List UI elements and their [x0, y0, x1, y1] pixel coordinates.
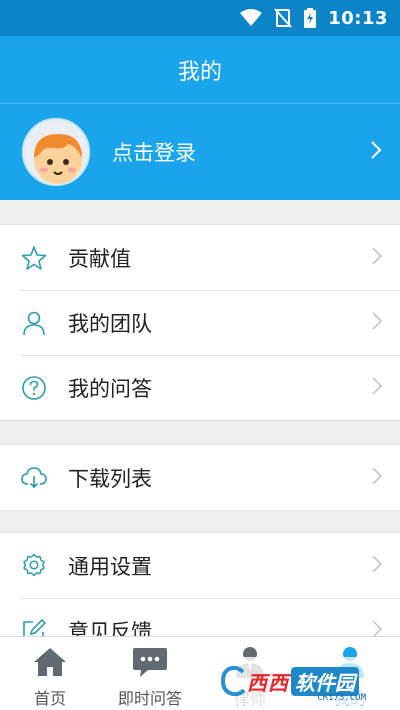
watermark-c-icon: [221, 666, 246, 696]
login-profile-row[interactable]: 点击登录: [0, 104, 400, 200]
menu-group-downloads: 下载列表: [0, 444, 400, 511]
chevron-right-icon: [372, 311, 383, 334]
wifi-icon: [240, 9, 263, 27]
tab-label: 首页: [33, 689, 66, 708]
watermark-logo: 西西 软件园 CR173.COM: [200, 657, 380, 705]
chevron-right-icon: [372, 376, 383, 399]
cloud-download-icon: [20, 464, 48, 492]
watermark-main-text: 西西: [247, 670, 289, 695]
menu-item-label: 下载列表: [68, 466, 152, 491]
chevron-right-icon: [372, 246, 383, 269]
battery-icon: [304, 8, 317, 28]
menu-item-download-list[interactable]: 下载列表: [0, 445, 400, 510]
question-icon: [20, 374, 48, 402]
menu-item-label: 贡献值: [68, 246, 131, 271]
page-title-bar: 我的: [0, 36, 400, 104]
tab-label: 即时问答: [117, 689, 182, 708]
person-icon: [20, 309, 48, 337]
chat-icon: [132, 645, 168, 679]
menu-item-label: 我的问答: [68, 376, 152, 401]
chevron-right-icon: [372, 466, 383, 489]
menu-item-contribution[interactable]: 贡献值: [0, 225, 400, 290]
home-icon: [33, 645, 67, 679]
watermark-sub-text: 软件园: [291, 666, 359, 696]
menu-item-general-settings[interactable]: 通用设置: [0, 533, 400, 598]
menu-item-label: 我的团队: [68, 311, 152, 336]
no-signal-icon: [274, 8, 292, 28]
tab-home[interactable]: 首页: [0, 637, 100, 710]
menu-item-label: 通用设置: [68, 554, 152, 579]
gear-icon: [20, 552, 48, 580]
watermark-url: CR173.COM: [317, 693, 366, 703]
tab-instant-qa[interactable]: 即时问答: [100, 637, 200, 710]
chevron-right-icon: [370, 140, 382, 164]
login-label: 点击登录: [112, 141, 196, 165]
avatar: [22, 118, 90, 186]
menu-item-my-team[interactable]: 我的团队: [0, 290, 400, 355]
star-icon: [20, 244, 48, 272]
status-bar: 10:13: [0, 0, 400, 36]
page-title: 我的: [177, 59, 222, 85]
chevron-right-icon: [372, 554, 383, 577]
status-time: 10:13: [328, 7, 388, 29]
menu-group-account: 贡献值 我的团队 我的问答: [0, 224, 400, 421]
menu-item-my-qa[interactable]: 我的问答: [0, 355, 400, 420]
